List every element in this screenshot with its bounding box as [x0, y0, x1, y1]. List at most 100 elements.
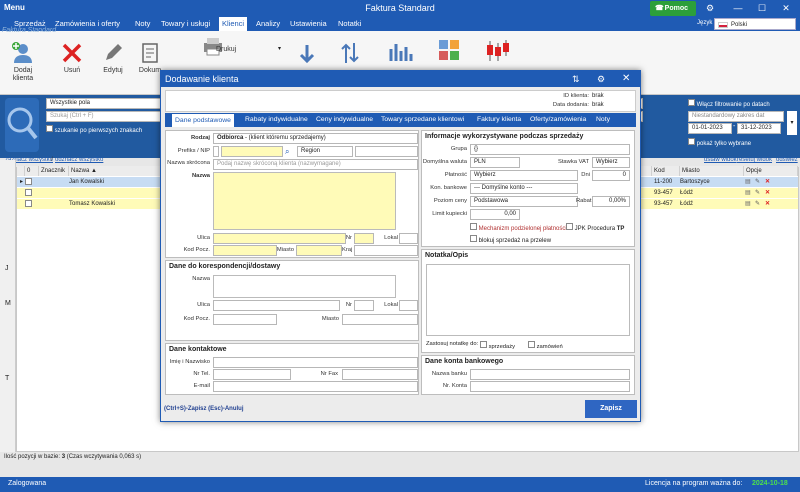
- street-input[interactable]: [213, 233, 346, 244]
- chart-icon[interactable]: [388, 41, 414, 63]
- jpk-checkbox[interactable]: JPK Procedura TP: [566, 223, 624, 232]
- refresh-link[interactable]: odśwież: [776, 157, 798, 163]
- only-selected-box[interactable]: [688, 138, 695, 145]
- only-selected-checkbox[interactable]: pokaż tylko wybrane: [688, 138, 751, 147]
- col-code[interactable]: Kod: [652, 166, 680, 176]
- fax-input[interactable]: [342, 369, 418, 380]
- maximize-icon[interactable]: ☐: [754, 2, 770, 15]
- currency-select[interactable]: PLN: [470, 157, 520, 168]
- letter-m[interactable]: M: [5, 300, 11, 307]
- reset-view-link[interactable]: resetuj widok: [737, 157, 772, 163]
- date-range-select[interactable]: Niestandardowy zakres dat: [688, 111, 784, 122]
- email-input[interactable]: [213, 381, 418, 392]
- menu-klienci[interactable]: Klienci: [219, 17, 248, 31]
- person-input[interactable]: [213, 357, 418, 368]
- menu-towary[interactable]: Towary i usługi: [161, 19, 210, 28]
- limit-input[interactable]: 0,00: [470, 209, 520, 220]
- print-row-icon[interactable]: ▤: [745, 199, 751, 209]
- note-textarea[interactable]: [426, 264, 630, 336]
- city-input[interactable]: [296, 245, 342, 256]
- tel-input[interactable]: [213, 369, 291, 380]
- minimize-icon[interactable]: —: [730, 2, 746, 15]
- row-checkbox[interactable]: [25, 178, 32, 185]
- print-dropdown-icon[interactable]: ▾: [278, 45, 281, 52]
- close-icon[interactable]: ✕: [778, 2, 794, 15]
- deselect-all-link[interactable]: odznacz wszystko: [55, 157, 103, 163]
- price-level-select[interactable]: Podstawowa: [470, 196, 578, 207]
- block-transfer-checkbox[interactable]: blokuj sprzedaż na przelew: [470, 235, 551, 244]
- row-checkbox[interactable]: [25, 189, 32, 196]
- enable-date-filter[interactable]: Włącz filtrowanie po datach: [688, 99, 770, 108]
- col-marker[interactable]: Znacznik: [39, 166, 69, 176]
- note-orders-checkbox[interactable]: zamówień: [528, 341, 563, 350]
- split-payment-checkbox[interactable]: Mechanizm podzielonej płatności: [470, 223, 567, 232]
- days-input[interactable]: 0: [592, 170, 630, 181]
- tab-invoices[interactable]: Faktury klienta: [474, 113, 524, 127]
- app-menu-button[interactable]: Menu: [4, 3, 25, 12]
- col-city[interactable]: Miasto: [680, 166, 744, 176]
- menu-ustawienia[interactable]: Ustawienia: [290, 19, 327, 28]
- rodzaj-select[interactable]: Odbiorca - (klient któremu sprzedajemy): [213, 133, 418, 144]
- edit-button[interactable]: Edytuj: [96, 37, 130, 97]
- menu-noty[interactable]: Noty: [135, 19, 150, 28]
- group-select[interactable]: {}: [470, 144, 630, 155]
- menu-notatki[interactable]: Notatki: [338, 19, 361, 28]
- corr-name-textarea[interactable]: [213, 275, 396, 298]
- country-input[interactable]: [354, 245, 418, 256]
- import-icon[interactable]: [297, 45, 317, 67]
- note-orders-box[interactable]: [528, 341, 535, 348]
- bank-select[interactable]: --- Domyślne konto ---: [470, 183, 578, 194]
- discount-input[interactable]: 0,00%: [592, 196, 630, 207]
- short-name-input[interactable]: Podaj nazwę skróconą klienta (nazwymagan…: [213, 159, 418, 170]
- delete-row-icon[interactable]: ✕: [765, 177, 770, 187]
- first-chars-checkbox[interactable]: szukanie po pierwszych znakach: [46, 125, 142, 134]
- split-payment-box[interactable]: [470, 223, 477, 230]
- first-chars-box[interactable]: [46, 125, 53, 132]
- edit-row-icon[interactable]: ✎: [755, 188, 760, 198]
- tab-discounts[interactable]: Rabaty indywidualne: [242, 113, 311, 127]
- delete-button[interactable]: Usuń: [55, 37, 89, 97]
- print-row-icon[interactable]: ▤: [745, 188, 751, 198]
- search-icon[interactable]: ⌕: [285, 146, 295, 157]
- language-select[interactable]: Polski: [714, 18, 796, 30]
- lokal-input[interactable]: [399, 233, 418, 244]
- corr-postal-input[interactable]: [213, 314, 277, 325]
- tab-basic[interactable]: Dane podstawowe: [171, 113, 235, 127]
- layout-link[interactable]: ustaw widok: [704, 157, 737, 163]
- prefix-input[interactable]: [213, 146, 219, 157]
- blocks-icon[interactable]: [438, 39, 460, 61]
- tab-prices[interactable]: Ceny indywidualne: [313, 113, 376, 127]
- vat-select[interactable]: Wybierz: [592, 157, 630, 168]
- edit-row-icon[interactable]: ✎: [755, 199, 760, 209]
- date-from-input[interactable]: 01-01-2023: [688, 123, 732, 134]
- close-icon[interactable]: ✕: [622, 71, 630, 87]
- row-checkbox[interactable]: [25, 200, 32, 207]
- name-textarea[interactable]: [213, 172, 396, 230]
- postal-input[interactable]: [213, 245, 277, 256]
- delete-row-icon[interactable]: ✕: [765, 199, 770, 209]
- tab-sold-goods[interactable]: Towary sprzedane klientowi: [378, 113, 467, 127]
- sliders-icon[interactable]: ⇅: [572, 71, 580, 87]
- date-spin-icon[interactable]: ▾: [787, 111, 797, 135]
- block-transfer-box[interactable]: [470, 235, 477, 242]
- delete-row-icon[interactable]: ✕: [765, 188, 770, 198]
- sort-arrows-icon[interactable]: [340, 41, 360, 65]
- bank-name-input[interactable]: [470, 369, 630, 380]
- nip-input[interactable]: [221, 146, 283, 157]
- jpk-box[interactable]: [566, 223, 573, 230]
- print-row-icon[interactable]: ▤: [745, 177, 751, 187]
- col-options[interactable]: Opcje: [744, 166, 798, 176]
- date-to-input[interactable]: 31-12-2023: [737, 123, 781, 134]
- corr-lokal-input[interactable]: [399, 300, 418, 311]
- menu-analizy[interactable]: Analizy: [256, 19, 280, 28]
- add-client-button[interactable]: Dodaj klienta: [6, 37, 40, 97]
- menu-zamowienia[interactable]: Zamówienia i oferty: [55, 19, 120, 28]
- region-select[interactable]: Region: [297, 146, 353, 157]
- save-button[interactable]: Zapisz: [585, 400, 637, 418]
- corr-street-input[interactable]: [213, 300, 340, 311]
- candles-icon[interactable]: [485, 39, 511, 63]
- payment-select[interactable]: Wybierz: [470, 170, 578, 181]
- letter-j[interactable]: J: [5, 265, 9, 272]
- tab-notes[interactable]: Noty: [593, 113, 613, 127]
- letter-t[interactable]: T: [5, 375, 9, 382]
